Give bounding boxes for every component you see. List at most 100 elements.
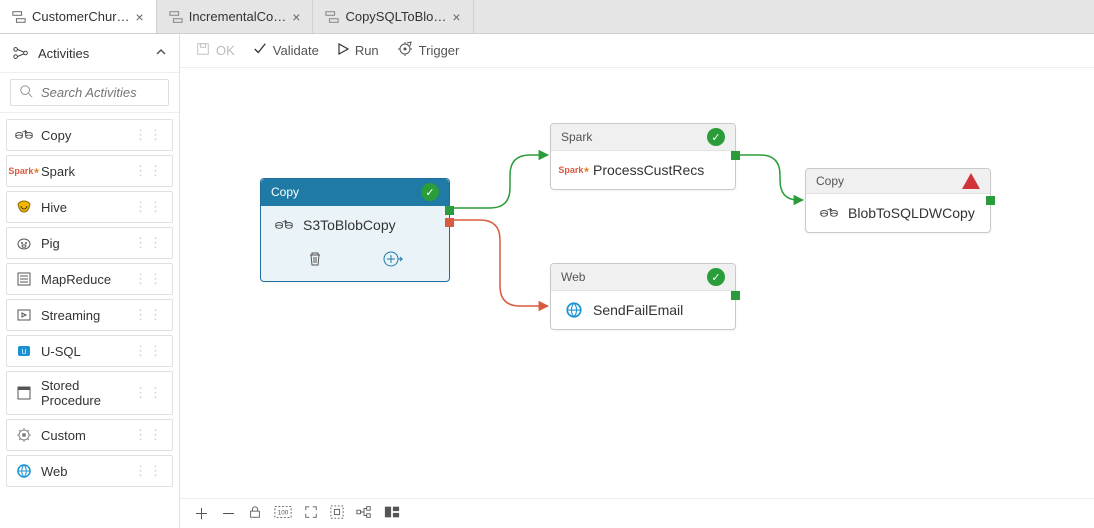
activities-panel: Activities Copy ⋮⋮: [0, 34, 180, 528]
activity-hive[interactable]: Hive ⋮⋮: [6, 191, 173, 223]
activity-label: MapReduce: [41, 272, 111, 287]
check-icon: [253, 42, 267, 59]
pipeline-icon: [169, 10, 183, 24]
activity-label: Spark: [41, 164, 75, 179]
node-blobtosqldwcopy[interactable]: Copy BlobToSQLDWCopy: [805, 168, 991, 233]
trigger-icon: [397, 41, 413, 60]
activity-usql[interactable]: U U-SQL ⋮⋮: [6, 335, 173, 367]
validate-label: Validate: [273, 43, 319, 58]
custom-icon: [15, 426, 33, 444]
search-icon: [19, 84, 33, 101]
pipeline-canvas[interactable]: Copy ✓ S3ToBlobCopy: [180, 68, 1094, 498]
chevron-up-icon: [155, 46, 167, 61]
copy-icon: [820, 204, 838, 222]
trigger-label: Trigger: [419, 43, 460, 58]
canvas-toolbar: OK Validate Run Trigger: [180, 34, 1094, 68]
delete-icon[interactable]: [307, 251, 323, 270]
trigger-button[interactable]: Trigger: [397, 41, 460, 60]
node-type: Spark: [561, 130, 592, 144]
auto-layout-button[interactable]: [356, 505, 372, 523]
tab-label: IncrementalCo…: [189, 9, 287, 24]
copy-icon: [275, 216, 293, 234]
search-input[interactable]: [39, 84, 160, 101]
activity-label: Hive: [41, 200, 67, 215]
success-port[interactable]: [731, 151, 740, 160]
activities-header[interactable]: Activities: [0, 34, 179, 73]
close-icon[interactable]: ×: [292, 9, 300, 25]
activities-title: Activities: [38, 46, 89, 61]
node-type: Copy: [271, 185, 299, 199]
activity-storedproc[interactable]: Stored Procedure ⋮⋮: [6, 371, 173, 415]
lock-icon[interactable]: [248, 505, 262, 523]
drag-handle-icon: ⋮⋮: [134, 163, 164, 179]
drag-handle-icon: ⋮⋮: [134, 463, 164, 479]
status-warn-icon: [962, 173, 980, 189]
ok-button[interactable]: OK: [196, 42, 235, 59]
success-port[interactable]: [445, 206, 454, 215]
success-port[interactable]: [986, 196, 995, 205]
node-sendfailemail[interactable]: Web ✓ SendFailEmail: [550, 263, 736, 330]
hive-icon: [15, 198, 33, 216]
copy-icon: [15, 126, 33, 144]
failure-port[interactable]: [445, 218, 454, 227]
play-icon: [337, 43, 349, 58]
svg-text:U: U: [21, 349, 26, 356]
zoom-in-button[interactable]: ＋: [194, 503, 209, 524]
pipeline-icon: [325, 10, 339, 24]
tab-incrementalcopy[interactable]: IncrementalCo… ×: [157, 0, 314, 33]
activity-mapreduce[interactable]: MapReduce ⋮⋮: [6, 263, 173, 295]
validate-button[interactable]: Validate: [253, 42, 319, 59]
activity-label: Copy: [41, 128, 71, 143]
spark-icon: Spark★: [15, 162, 33, 180]
usql-icon: U: [15, 342, 33, 360]
node-processcustrecs[interactable]: Spark ✓ Spark★ ProcessCustRecs: [550, 123, 736, 190]
activity-custom[interactable]: Custom ⋮⋮: [6, 419, 173, 451]
web-icon: [15, 462, 33, 480]
save-icon: [196, 42, 210, 59]
fit-screen-button[interactable]: [330, 505, 344, 523]
drag-handle-icon: ⋮⋮: [134, 343, 164, 359]
zoom-out-button[interactable]: －: [221, 503, 236, 524]
close-icon[interactable]: ×: [136, 9, 144, 25]
status-ok-icon: ✓: [707, 268, 725, 286]
status-ok-icon: ✓: [421, 183, 439, 201]
run-button[interactable]: Run: [337, 43, 379, 58]
search-activities[interactable]: [10, 79, 169, 106]
tab-strip: CustomerChur… × IncrementalCo… × CopySQL…: [0, 0, 1094, 34]
tab-copysqltoblob[interactable]: CopySQLToBlo… ×: [313, 0, 473, 33]
activity-spark[interactable]: Spark★ Spark ⋮⋮: [6, 155, 173, 187]
node-type: Web: [561, 270, 585, 284]
node-type: Copy: [816, 174, 844, 188]
fullscreen-button[interactable]: [304, 505, 318, 523]
drag-handle-icon: ⋮⋮: [134, 271, 164, 287]
activities-icon: [12, 44, 30, 62]
activity-streaming[interactable]: Streaming ⋮⋮: [6, 299, 173, 331]
tab-customerchurn[interactable]: CustomerChur… ×: [0, 0, 157, 33]
pig-icon: [15, 234, 33, 252]
add-output-icon[interactable]: [383, 250, 403, 271]
drag-handle-icon: ⋮⋮: [134, 127, 164, 143]
drag-handle-icon: ⋮⋮: [134, 199, 164, 215]
drag-handle-icon: ⋮⋮: [134, 235, 164, 251]
success-port[interactable]: [731, 291, 740, 300]
drag-handle-icon: ⋮⋮: [134, 307, 164, 323]
canvas-bottom-toolbar: ＋ － 100: [180, 498, 1094, 528]
storedproc-icon: [15, 384, 33, 402]
node-title: S3ToBlobCopy: [303, 217, 396, 233]
drag-handle-icon: ⋮⋮: [134, 385, 164, 401]
activity-label: Pig: [41, 236, 60, 251]
fit-100-button[interactable]: 100: [274, 505, 292, 523]
ok-label: OK: [216, 43, 235, 58]
activity-label: Custom: [41, 428, 86, 443]
tab-label: CustomerChur…: [32, 9, 130, 24]
close-icon[interactable]: ×: [452, 9, 460, 25]
node-title: SendFailEmail: [593, 302, 683, 318]
activity-pig[interactable]: Pig ⋮⋮: [6, 227, 173, 259]
minimap-button[interactable]: [384, 505, 400, 523]
activity-label: Streaming: [41, 308, 100, 323]
activity-web[interactable]: Web ⋮⋮: [6, 455, 173, 487]
streaming-icon: [15, 306, 33, 324]
mapreduce-icon: [15, 270, 33, 288]
node-s3toblobcopy[interactable]: Copy ✓ S3ToBlobCopy: [260, 178, 450, 282]
activity-copy[interactable]: Copy ⋮⋮: [6, 119, 173, 151]
